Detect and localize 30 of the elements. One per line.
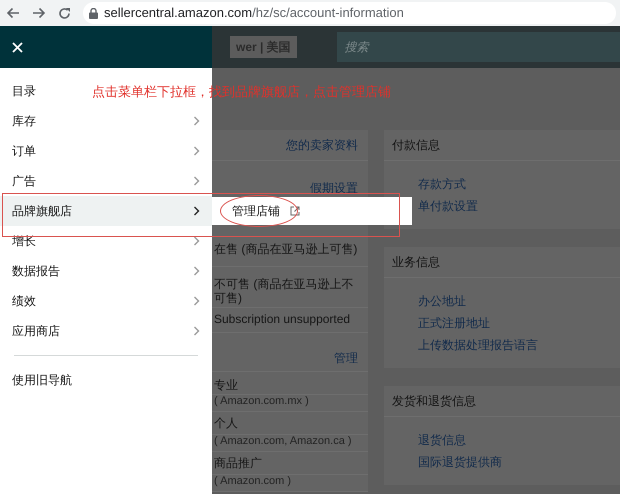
reload-icon[interactable]: [58, 6, 71, 20]
info-text: 个人: [212, 412, 368, 435]
info-text: 专业: [212, 372, 368, 395]
info-text: 在售 (商品在亚马逊上可售): [212, 232, 368, 267]
menu-item[interactable]: 订单: [0, 136, 212, 166]
menu-item[interactable]: 品牌旗舰店: [0, 196, 212, 226]
info-text: 不可售 (商品在亚马逊上不可售): [212, 267, 368, 308]
section-title: 业务信息: [384, 247, 620, 278]
info-text: 商品推广: [212, 452, 368, 475]
forward-icon[interactable]: [32, 7, 46, 19]
section-title: 付款信息: [384, 130, 620, 161]
menu-item[interactable]: 数据报告: [0, 256, 212, 286]
menu-item[interactable]: 绩效: [0, 286, 212, 316]
info-text: Subscription unsupported: [212, 308, 368, 333]
menu-item[interactable]: 应用商店: [0, 316, 212, 346]
search-field[interactable]: 搜索: [336, 32, 620, 62]
menu-item[interactable]: 库存: [0, 106, 212, 136]
info-text: ( Amazon.com, Amazon.ca ): [212, 435, 368, 452]
section-title: 发货和退货信息: [384, 386, 620, 417]
back-icon[interactable]: [6, 7, 20, 19]
address-bar[interactable]: sellercentral.amazon.com/hz/sc/account-information: [83, 2, 616, 24]
menu-item[interactable]: 目录: [0, 76, 48, 106]
close-button[interactable]: [12, 42, 23, 52]
menu-item[interactable]: 使用旧导航: [0, 365, 84, 395]
menu-item[interactable]: 广告: [0, 166, 212, 196]
submenu-item[interactable]: 管理店铺: [232, 202, 280, 220]
url-text: sellercentral.amazon.com/hz/sc/account-information: [104, 4, 404, 22]
info-text: ( Amazon.com ): [212, 475, 368, 492]
lock-icon: [89, 8, 98, 18]
info-text: ( Amazon.com.mx ): [212, 395, 368, 412]
